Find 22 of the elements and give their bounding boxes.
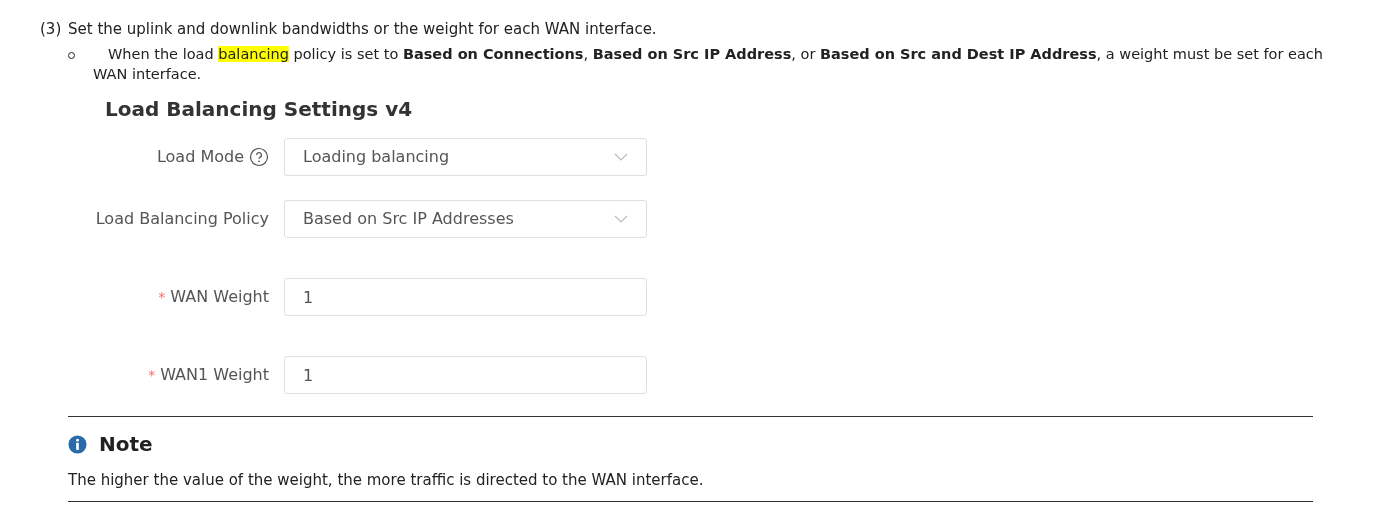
- note-title: Note: [99, 431, 153, 458]
- dropdown-field[interactable]: Based on Src IP Addresses: [284, 200, 647, 238]
- field-label: Load Mode: [156, 146, 244, 168]
- field-label: WAN Weight: [170, 286, 269, 308]
- help-icon[interactable]: [249, 147, 269, 167]
- info-icon: [68, 434, 87, 454]
- required-mark: *: [158, 287, 166, 307]
- field-label: WAN1 Weight: [160, 364, 269, 386]
- input-field[interactable]: 1: [284, 356, 647, 394]
- step-text: Set the uplink and downlink bandwidths or the weight for each WAN interface.: [68, 19, 657, 40]
- required-mark: *: [148, 365, 156, 385]
- dropdown-field[interactable]: Loading balancing: [284, 138, 647, 176]
- dropdown-value: Based on Src IP Addresses: [303, 208, 514, 230]
- chevron-down-icon: [614, 215, 628, 223]
- chevron-down-icon: [614, 153, 628, 161]
- note-text: The higher the value of the weight, the more traffic is directed to the WAN interface.: [68, 469, 1313, 502]
- input-field[interactable]: 1: [284, 278, 647, 316]
- settings-title: Load Balancing Settings v4: [104, 96, 414, 123]
- bullet-text: When the load balancing policy is set to Based on Connections, Based on Src IP Address, or Based on Src and Dest IP Address, a weight must be set for each WAN interface.: [93, 45, 1324, 84]
- dropdown-value: Loading balancing: [303, 146, 450, 168]
- step-number: (3): [40, 19, 63, 40]
- field-label: Load Balancing Policy: [95, 208, 269, 230]
